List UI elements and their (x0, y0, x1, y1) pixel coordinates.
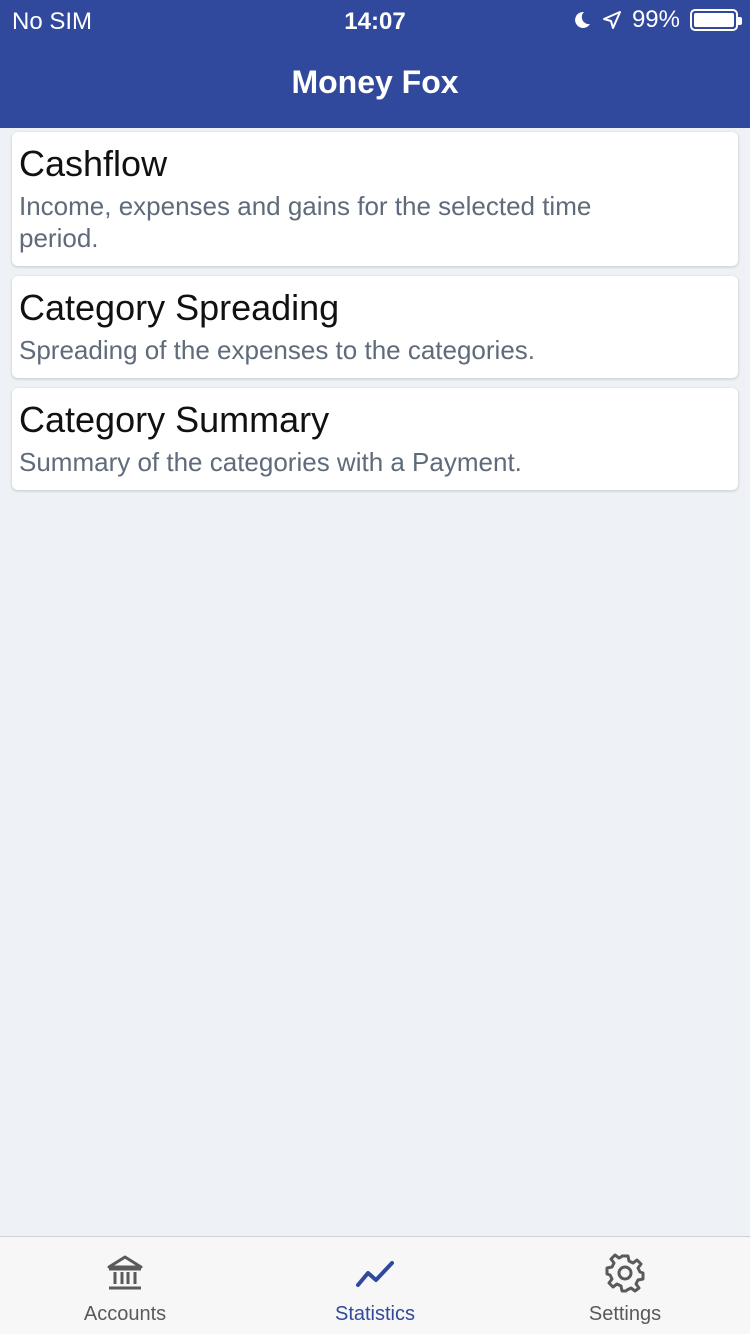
statistic-card-cashflow[interactable]: Cashflow Income, expenses and gains for … (12, 132, 738, 266)
tab-label: Accounts (83, 1303, 167, 1325)
tab-label: Settings (588, 1303, 662, 1325)
tab-bar: Accounts Statistics Settings (0, 1236, 750, 1334)
statistic-card-category-summary[interactable]: Category Summary Summary of the categori… (12, 388, 738, 490)
battery-percent: 99% (631, 6, 680, 33)
statistic-title: Category Spreading (19, 287, 340, 328)
battery-icon (690, 9, 742, 31)
tab-settings[interactable]: Settings (500, 1237, 750, 1334)
statistic-description: Income, expenses and gains for the selec… (19, 191, 592, 253)
statistic-title: Category Summary (19, 399, 330, 440)
status-bar: No SIM 14:07 99% (0, 0, 750, 40)
statistic-description: Spreading of the expenses to the categor… (19, 335, 536, 365)
gear-icon (605, 1253, 645, 1293)
statistic-card-category-spreading[interactable]: Category Spreading Spreading of the expe… (12, 276, 738, 378)
tab-label: Statistics (334, 1303, 416, 1325)
statistics-list: Cashflow Income, expenses and gains for … (12, 132, 738, 500)
tab-accounts[interactable]: Accounts (0, 1237, 250, 1334)
battery-fill (694, 13, 734, 27)
line-chart-icon (356, 1261, 394, 1287)
bank-icon (107, 1255, 143, 1290)
app-header: No SIM 14:07 99% Money Fox (0, 0, 750, 128)
status-right: 99% (572, 6, 742, 34)
statistic-title: Cashflow (19, 143, 168, 184)
location-arrow-icon (602, 11, 621, 29)
statistic-description: Summary of the categories with a Payment… (19, 447, 522, 477)
page-title: Money Fox (291, 64, 459, 100)
battery-nub (738, 17, 742, 25)
moon-icon (575, 11, 590, 28)
tab-statistics[interactable]: Statistics (250, 1237, 500, 1334)
